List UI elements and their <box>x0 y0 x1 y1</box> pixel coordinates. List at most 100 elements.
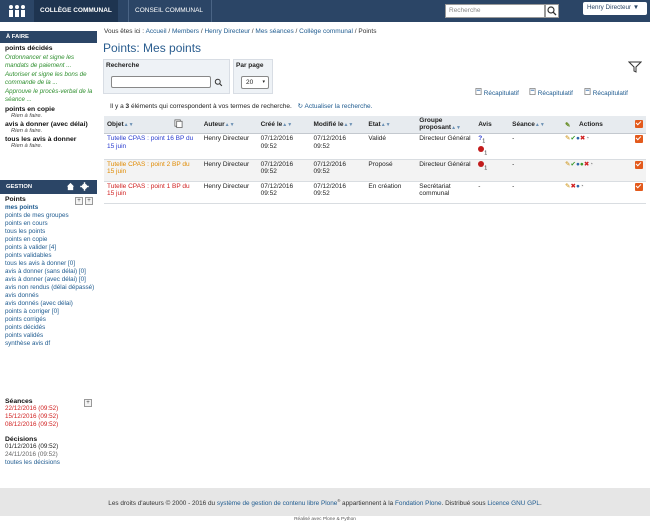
chevron-down-icon: ▾ <box>262 79 265 85</box>
recap-label: Récapitulatif <box>483 90 519 97</box>
results-text: Il y a <box>110 103 126 110</box>
sidebar-link[interactable]: avis donnés <box>5 292 97 300</box>
results-count: Il y a 3 éléments qui correspondent à vo… <box>110 102 372 110</box>
sidebar-link[interactable]: points à valider [4] <box>5 244 97 252</box>
seance-link[interactable]: 08/12/2016 (09:52) <box>5 421 97 429</box>
recap-link[interactable]: Récapitulatif <box>529 88 573 97</box>
gestion-header: GESTION <box>0 180 97 194</box>
points-decides-title[interactable]: points décidés <box>5 45 97 52</box>
breadcrumb-link[interactable]: Henry Directeur <box>204 28 250 35</box>
col-auteur[interactable]: Auteur▲▼ <box>200 116 258 134</box>
select-all-checkbox[interactable] <box>634 119 643 128</box>
sidebar-link[interactable]: avis non rendus (délai dépassé) <box>5 284 97 292</box>
plone-cms-link[interactable]: système de gestion de contenu libre Plon… <box>217 500 337 507</box>
sidebar-link[interactable]: points de mes groupes <box>5 212 97 220</box>
cell-avis[interactable]: 1 <box>475 159 510 182</box>
col-label: Groupe proposant <box>419 117 452 131</box>
item-title-link[interactable]: Tutelle CPAS : point 16 BP du 15 juin <box>107 135 193 150</box>
sidebar-link[interactable]: points validables <box>5 252 97 260</box>
points-en-copie-title[interactable]: points en copie <box>5 106 97 113</box>
col-label: Avis <box>478 121 492 128</box>
sidebar-link-mes-points[interactable]: mes points <box>5 204 97 212</box>
sidebar-link[interactable]: synthèse avis df <box>5 340 97 348</box>
top-search-button[interactable] <box>545 4 559 18</box>
cell-avis[interactable]: ?1 1 <box>475 133 510 160</box>
breadcrumb-link[interactable]: Collège communal <box>299 28 353 35</box>
home-icon[interactable] <box>66 182 75 191</box>
col-seance[interactable]: Séance▲▼ <box>509 116 563 134</box>
decision-link[interactable]: 01/12/2016 (09:52) <box>5 443 97 451</box>
top-search-input[interactable]: Recherche <box>445 4 545 18</box>
col-modifie[interactable]: Modifié le▲▼ <box>310 116 366 134</box>
gpl-license-link[interactable]: Licence GNU GPL <box>487 500 540 507</box>
sidebar-link[interactable]: points corrigés <box>5 316 97 324</box>
todo-item[interactable]: Approuve le procès-verbal de la séance .… <box>5 88 97 103</box>
empty-note: Rien à faire. <box>11 113 43 119</box>
search-icon[interactable] <box>214 78 223 87</box>
refresh-label: Actualiser la recherche. <box>304 103 373 110</box>
preview-icon[interactable] <box>174 119 183 128</box>
col-etat[interactable]: Etat▲▼ <box>365 116 417 134</box>
sidebar-link[interactable]: points décidés <box>5 324 97 332</box>
cell-auteur: Henry Directeur <box>200 181 258 204</box>
item-title-link[interactable]: Tutelle CPAS : point 1 BP du 15 juin <box>107 183 190 198</box>
search-field[interactable] <box>111 76 211 88</box>
col-objet[interactable]: Objet▲▼ <box>104 116 171 134</box>
pencil-icon: ✎ <box>565 121 571 129</box>
recap-link[interactable]: Récapitulatif <box>584 88 628 97</box>
refresh-link[interactable]: ↻ Actualiser la recherche. <box>298 103 373 110</box>
avis-a-donner-title[interactable]: avis à donner (avec délai) <box>5 121 97 128</box>
advice-count: 1 <box>484 164 488 171</box>
seance-link[interactable]: 15/12/2016 (09:52) <box>5 413 97 421</box>
sidebar-link[interactable]: avis donnés (avec délai) <box>5 300 97 308</box>
top-bar: COLLÈGE COMMUNAL CONSEIL COMMUNAL Recher… <box>0 0 650 22</box>
row-checkbox[interactable] <box>634 182 643 191</box>
col-cree[interactable]: Créé le▲▼ <box>257 116 311 134</box>
site-logo[interactable] <box>6 3 28 19</box>
breadcrumb-link[interactable]: Mes séances <box>255 28 293 35</box>
nav-conseil-communal[interactable]: CONSEIL COMMUNAL <box>128 0 209 22</box>
sidebar-link[interactable]: tous les points <box>5 228 97 236</box>
history-icon[interactable]: ◔ <box>589 161 593 168</box>
per-page-select[interactable]: 20 ▾ <box>241 76 269 89</box>
todo-item[interactable]: Autoriser et signe les bons de commande … <box>5 71 97 86</box>
sidebar-link[interactable]: avis à donner (avec délai) [0] <box>5 276 97 284</box>
history-icon[interactable]: ◔ <box>580 183 584 190</box>
add-seance-icon[interactable]: + <box>84 399 92 407</box>
decisions-all-link[interactable]: toutes les décisions <box>5 459 97 467</box>
sidebar-link[interactable]: points en copie <box>5 236 97 244</box>
recherche-label: Recherche <box>106 62 140 69</box>
sort-icon: ▲▼ <box>224 122 235 128</box>
row-checkbox[interactable] <box>634 135 643 143</box>
col-actions: Actions <box>576 116 632 134</box>
breadcrumb-link[interactable]: Accueil <box>146 28 167 35</box>
user-menu-button[interactable]: Henry Directeur ▼ <box>583 2 647 15</box>
todo-item[interactable]: Ordonnancer et signe les mandats de paie… <box>5 54 97 69</box>
add-point-icon[interactable]: + <box>75 197 83 205</box>
row-checkbox[interactable] <box>634 160 643 169</box>
history-icon[interactable]: ◔ <box>585 135 589 142</box>
search-icon <box>547 6 557 16</box>
results-text: éléments qui correspondent à vos termes … <box>129 103 292 110</box>
powered-by[interactable]: Réalisé avec Plone & Python <box>0 517 650 522</box>
sidebar-link[interactable]: points validés <box>5 332 97 340</box>
decision-link[interactable]: 24/11/2016 (09:52) <box>5 451 97 459</box>
plone-foundation-link[interactable]: Fondation Plone <box>395 500 442 507</box>
gear-icon[interactable] <box>80 182 89 191</box>
table-row: Tutelle CPAS : point 16 BP du 15 juin He… <box>104 133 646 160</box>
sidebar-link[interactable]: points en cours <box>5 220 97 228</box>
add-point-template-icon[interactable]: + <box>85 197 93 205</box>
nav-college-communal[interactable]: COLLÈGE COMMUNAL <box>34 0 118 22</box>
col-groupe[interactable]: Groupe proposant▲▼ <box>416 116 476 134</box>
col-select[interactable] <box>631 116 646 134</box>
gestion-portlet: Points + + mes points points de mes grou… <box>0 196 97 348</box>
recap-link[interactable]: Récapitulatif <box>475 88 519 97</box>
breadcrumb-link[interactable]: Members <box>172 28 199 35</box>
sidebar-link[interactable]: avis à donner (sans délai) [0] <box>5 268 97 276</box>
item-title-link[interactable]: Tutelle CPAS : point 2 BP du 15 juin <box>107 161 190 176</box>
filter-icon[interactable] <box>628 60 642 74</box>
sidebar-link[interactable]: tous les avis à donner [0] <box>5 260 97 268</box>
tous-les-avis-title[interactable]: tous les avis à donner <box>5 136 97 143</box>
sidebar-link[interactable]: points à corriger [0] <box>5 308 97 316</box>
cell-actions: ✎✔●✖◔ <box>562 133 632 160</box>
